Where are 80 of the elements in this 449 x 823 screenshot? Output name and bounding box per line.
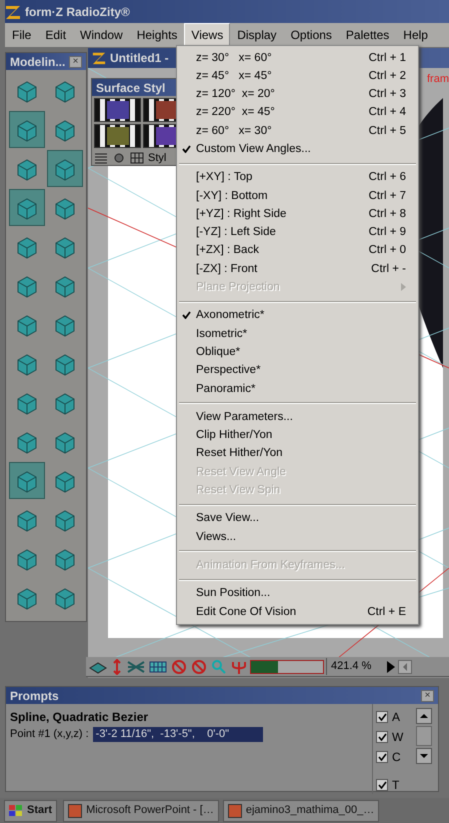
menu-item[interactable]: Custom View Angles... (177, 140, 418, 159)
menu-item[interactable]: [+ZX] : Back Ctrl + 0 (177, 242, 418, 260)
check-icon (378, 753, 386, 761)
menu-item[interactable]: [-YZ] : Left Side Ctrl + 9 (177, 224, 418, 242)
menu-item[interactable]: Display (230, 23, 284, 47)
menu-item[interactable]: Clip Hither/Yon (177, 426, 418, 445)
window-title: form·Z RadioZity® (25, 4, 130, 20)
mesh-icon[interactable] (126, 658, 146, 674)
menu-item[interactable]: Views... (177, 528, 418, 546)
menu-item[interactable]: Help (396, 23, 435, 47)
tool-button[interactable] (9, 111, 45, 148)
checkbox-option[interactable]: A (376, 708, 416, 726)
menu-item[interactable]: z= 30° x= 60° Ctrl + 1 (177, 49, 418, 68)
scroll-thumb[interactable] (416, 726, 432, 746)
menu-item[interactable]: z= 220° x= 45° Ctrl + 4 (177, 104, 418, 122)
no-entry-icon[interactable] (190, 658, 208, 674)
palette-title: Surface Styl (96, 81, 166, 95)
menu-item[interactable]: [-XY] : Bottom Ctrl + 7 (177, 187, 418, 206)
tool-button[interactable] (47, 150, 83, 187)
menu-item[interactable]: [+YZ] : Right Side Ctrl + 8 (177, 205, 418, 224)
menu-item[interactable]: Options (284, 23, 339, 47)
checkbox-option[interactable]: W (376, 728, 416, 746)
zoom-readout: 421.4 % (326, 658, 384, 675)
menu-item[interactable]: Edit Cone Of Vision Ctrl + E (177, 603, 418, 622)
palette-title: Modelin... (10, 54, 66, 70)
menu-item[interactable]: Palettes (338, 23, 396, 47)
menu-item[interactable]: Save View... (177, 510, 418, 528)
check-icon (182, 311, 191, 320)
menu-item[interactable]: Isometric* (177, 325, 418, 344)
z-logo-icon (92, 51, 106, 65)
menu-item[interactable]: View Parameters... (177, 408, 418, 427)
app-icon (68, 804, 82, 818)
taskbar-button[interactable]: ejamino3_mathima_00_… (222, 800, 380, 822)
scroll-up-icon[interactable] (416, 708, 432, 724)
z-logo-icon (5, 4, 21, 20)
checkbox-option[interactable]: T (376, 776, 416, 794)
grid-view-icon[interactable] (130, 152, 144, 164)
menu-item[interactable]: Heights (130, 23, 184, 47)
document-title: Untitled1 - (110, 50, 169, 67)
menu-item[interactable]: z= 60° x= 30° Ctrl + 5 (177, 122, 418, 140)
scroll-down-icon[interactable] (416, 748, 432, 764)
menu-item[interactable]: Window (73, 23, 130, 47)
menu-item[interactable]: z= 45° x= 45° Ctrl + 2 (177, 67, 418, 86)
menu-item[interactable]: [+XY] : Top Ctrl + 6 (177, 168, 418, 188)
command-name: Spline, Quadratic Bezier (10, 709, 150, 726)
play-icon[interactable] (386, 660, 396, 674)
panel-title: Prompts (10, 688, 59, 704)
submenu-arrow-icon (401, 283, 406, 292)
check-icon (378, 733, 386, 741)
menu-item[interactable]: Axonometric* (177, 306, 418, 326)
app-icon (228, 804, 242, 818)
menu-item[interactable]: Perspective* (177, 362, 418, 380)
check-icon (378, 781, 386, 789)
tool-button[interactable] (9, 462, 45, 499)
close-button[interactable]: × (421, 690, 434, 702)
style-swatch[interactable] (94, 98, 141, 122)
menu-item[interactable]: [-ZX] : Front Ctrl + - (177, 260, 418, 279)
menu-item[interactable]: Reset Hither/Yon (177, 444, 418, 464)
styles-tab[interactable]: Styl (148, 150, 166, 166)
menu-item[interactable]: Edit (38, 23, 74, 47)
start-button[interactable]: Start (4, 800, 58, 822)
coordinate-input[interactable]: -3'-2 11/16", -13'-5", 0'-0" (92, 726, 263, 742)
checkbox-option[interactable]: C (376, 748, 416, 766)
menu-item[interactable]: Oblique* (177, 343, 418, 362)
list-view-icon[interactable] (94, 152, 108, 164)
no-entry-icon[interactable] (170, 658, 188, 674)
grid-icon[interactable] (148, 658, 168, 674)
menu-item[interactable]: Views (184, 23, 230, 47)
menu-item[interactable]: File (5, 23, 38, 47)
check-icon (378, 713, 386, 721)
tool-button[interactable] (9, 189, 45, 226)
close-button[interactable]: × (69, 56, 82, 68)
menu-item[interactable]: Sun Position... (177, 584, 418, 604)
style-swatch[interactable] (94, 124, 141, 148)
windows-flag-icon (9, 804, 23, 816)
taskbar-button[interactable]: Microsoft PowerPoint - [… (63, 800, 219, 822)
menu-item[interactable]: Panoramic* (177, 380, 418, 398)
check-icon (182, 144, 191, 153)
menu-item[interactable]: z= 120° x= 20° Ctrl + 3 (177, 86, 418, 104)
point-label: Point #1 (x,y,z) : (10, 727, 89, 742)
